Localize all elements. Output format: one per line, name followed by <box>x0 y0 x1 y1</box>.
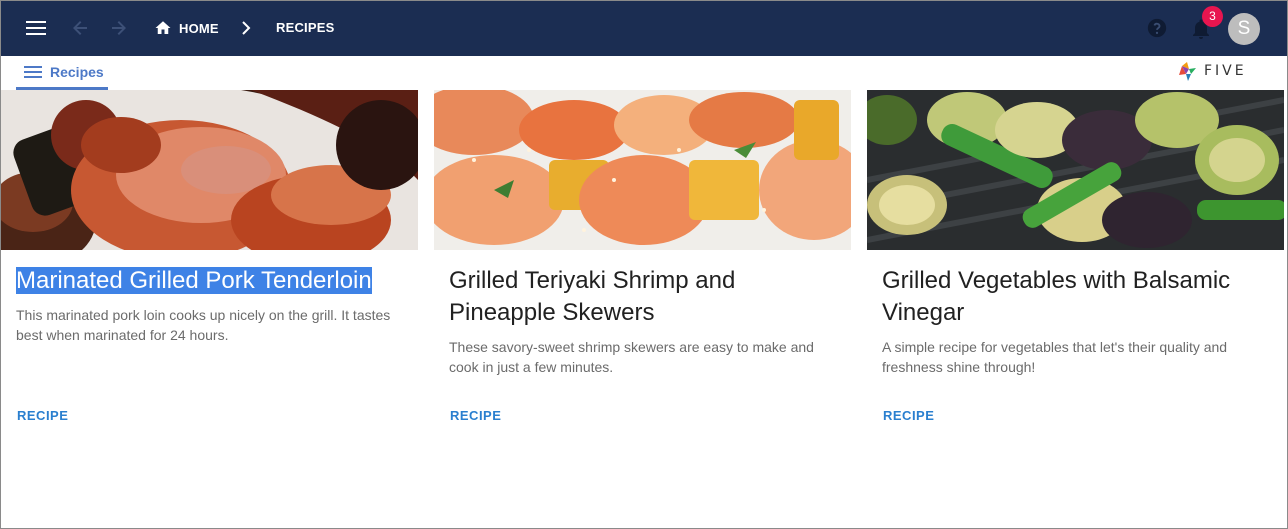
five-logo-icon <box>1179 62 1196 81</box>
notification-badge: 3 <box>1202 6 1223 27</box>
recipe-card: Marinated Grilled Pork Tenderloin This m… <box>1 90 418 440</box>
recipes-menu-label: Recipes <box>50 63 104 80</box>
shrimp-skewers-photo <box>434 90 851 250</box>
chevron-right-icon <box>242 21 251 35</box>
recipe-card: Grilled Vegetables with Balsamic Vinegar… <box>867 90 1284 440</box>
avatar[interactable]: S <box>1228 13 1260 45</box>
arrow-back-icon[interactable] <box>69 17 91 39</box>
breadcrumb-current: RECIPES <box>276 20 335 35</box>
grilled-pork-photo <box>1 90 418 250</box>
recipe-title[interactable]: Grilled Teriyaki Shrimp and Pineapple Sk… <box>449 265 844 329</box>
recipe-button[interactable]: RECIPE <box>450 408 501 423</box>
recipe-image <box>1 90 418 250</box>
breadcrumb-home[interactable]: HOME <box>154 18 219 38</box>
recipe-image <box>867 90 1284 250</box>
recipe-description: These savory-sweet shrimp skewers are ea… <box>449 339 814 375</box>
recipes-menu-tab[interactable]: Recipes <box>16 56 108 90</box>
breadcrumb-home-label: HOME <box>179 20 219 36</box>
recipe-title-text: Marinated Grilled Pork Tenderloin <box>16 267 372 294</box>
list-menu-icon <box>24 65 42 78</box>
help-icon[interactable] <box>1146 17 1168 39</box>
grilled-vegetables-photo <box>867 90 1284 250</box>
recipe-image <box>434 90 851 250</box>
recipe-title[interactable]: Marinated Grilled Pork Tenderloin <box>16 265 411 297</box>
five-logo: FIVE <box>1176 58 1268 84</box>
recipe-description: A simple recipe for vegetables that let'… <box>882 339 1228 375</box>
top-app-bar: HOME RECIPES 3 S <box>1 1 1287 56</box>
arrow-forward-icon[interactable] <box>108 17 130 39</box>
app-window: HOME RECIPES 3 S Recipes FIVE Marinated … <box>0 0 1288 529</box>
recipe-card: Grilled Teriyaki Shrimp and Pineapple Sk… <box>434 90 851 440</box>
sub-header: Recipes <box>1 56 1287 90</box>
menu-icon[interactable] <box>25 18 47 38</box>
five-logo-text: FIVE <box>1204 63 1247 79</box>
recipe-button[interactable]: RECIPE <box>883 408 934 423</box>
recipe-description: This marinated pork loin cooks up nicely… <box>16 307 391 343</box>
recipe-button[interactable]: RECIPE <box>17 408 68 423</box>
home-icon <box>155 21 171 34</box>
recipe-title[interactable]: Grilled Vegetables with Balsamic Vinegar <box>882 265 1277 329</box>
